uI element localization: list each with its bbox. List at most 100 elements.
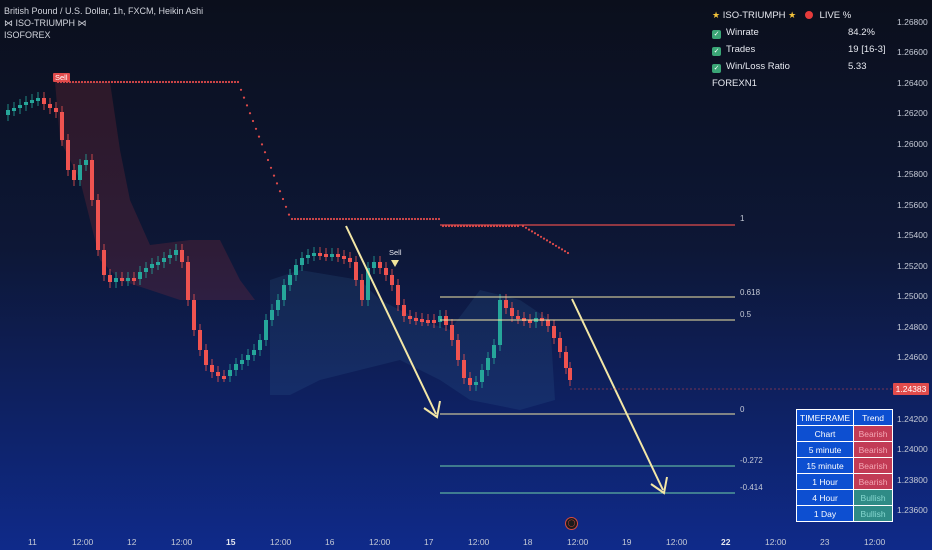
trailing-stop-dot [296,217,300,221]
stats-row-win-loss: ✓ Win/Loss Ratio 5.33 [712,58,882,75]
candle-body [558,338,562,352]
time-tick: 12:00 [666,537,688,547]
timeframe-cell: 15 minute [797,458,854,473]
candle-body [108,275,112,282]
time-tick: 12:00 [468,537,490,547]
candle-body [288,275,292,285]
trailing-stop-dot [563,250,567,253]
trailing-stop-dot [542,237,546,240]
trailing-stop-dot [335,217,339,221]
trailing-stop-dot [212,80,216,84]
trailing-stop-dot [329,217,333,221]
candle-body [258,340,262,350]
candle-body [42,98,46,104]
live-label: LIVE % [819,10,852,21]
candle-body [546,320,550,326]
time-tick: 12:00 [270,537,292,547]
candle-body [180,250,184,262]
symbol-title[interactable]: British Pound / U.S. Dollar, 1h, FXCM, H… [4,6,203,16]
price-tick: 1.24000 [897,444,928,454]
trailing-stop-dot [272,174,276,177]
candle-body [408,316,412,319]
trailing-stop-dot [275,182,279,185]
candle-body [432,320,436,323]
candle-body [390,275,394,285]
table-header: TIMEFRAME [797,410,854,425]
trailing-stop-dot [305,217,309,221]
indicator-label-iso-triumph[interactable]: ⋈ ISO-TRIUMPH ⋈ [4,18,87,29]
candle-body [222,376,226,379]
stats-panel: ★ ISO-TRIUMPH ★ LIVE % ✓ Winrate 84.2% ✓ T… [712,7,886,92]
trailing-stop-dot [137,80,141,84]
candle-body [264,320,268,340]
stats-footer: FOREXN1 [712,78,757,89]
sell-arrow-icon [391,260,399,267]
trailing-stop-dot [533,232,537,235]
trailing-stop-dot [314,217,318,221]
timeframe-cell: Chart [797,426,854,441]
trailing-stop-dot [245,104,249,107]
candle-body [48,104,52,108]
trailing-stop-dot [554,244,558,247]
trailing-stop-dot [218,80,222,84]
trailing-stop-dot [344,217,348,221]
candle-body [210,365,214,372]
trailing-stop-dot [242,96,246,99]
trailing-stop-dot [434,217,438,221]
price-tick: 1.24200 [897,414,928,424]
trend-cell: Bearish [854,442,893,457]
candle-body [486,358,490,370]
candle-body [204,350,208,365]
candle-body [342,256,346,259]
trailing-stop-dot [215,80,219,84]
checkmark-icon: ✓ [712,64,721,73]
trailing-stop-dot [566,251,570,255]
candle-body [306,255,310,258]
fib-level-label: 0.5 [740,310,752,319]
candle-body [246,355,250,360]
trailing-stop-dot [167,80,171,84]
candle-body [384,268,388,275]
table-row: 4 Hour Bullish [797,490,893,505]
trailing-stop-dot [347,217,351,221]
trailing-stop-dot [530,230,534,233]
trailing-stop-dot [365,217,369,221]
candle-body [294,265,298,275]
candle-body [78,165,82,180]
candle-body [552,326,556,338]
trailing-stop-dot [233,80,237,84]
trailing-stop-dot [155,80,159,84]
trailing-stop-dot [545,239,549,242]
trailing-stop-dot [416,217,420,221]
candle-body [174,250,178,255]
trailing-stop-dot [437,217,441,221]
table-row: Chart Bearish [797,426,893,441]
trailing-stop-dot [560,248,564,251]
candle-body [324,254,328,257]
candle-body [54,108,58,112]
time-tick: 17 [424,537,434,547]
candle-body [568,368,572,380]
trailing-stop-dot [419,217,423,221]
tradingview-logo-icon[interactable]: ◯ [565,517,578,530]
indicator-label-isoforex[interactable]: ISOFOREX [4,30,51,40]
trailing-stop-dot [74,80,78,84]
candle-body [456,340,460,360]
sell-signal-badge[interactable]: Sell [53,73,70,82]
trailing-stop-dot [209,80,213,84]
sell-signal-label[interactable]: Sell [389,248,402,257]
fib-level-label: -0.414 [740,483,763,492]
candle-body [510,308,514,316]
candle-body [120,278,124,281]
candle-body [126,278,130,281]
trailing-stop-dot [170,80,174,84]
candle-body [276,300,280,310]
trailing-stop-dot [206,80,210,84]
cloud-band-neutral [270,270,555,410]
trend-cell: Bullish [854,490,893,505]
trailing-stop-dot [80,80,84,84]
candle-body [228,370,232,376]
price-tick: 1.26200 [897,108,928,118]
candle-body [402,305,406,316]
candle-body [336,254,340,257]
